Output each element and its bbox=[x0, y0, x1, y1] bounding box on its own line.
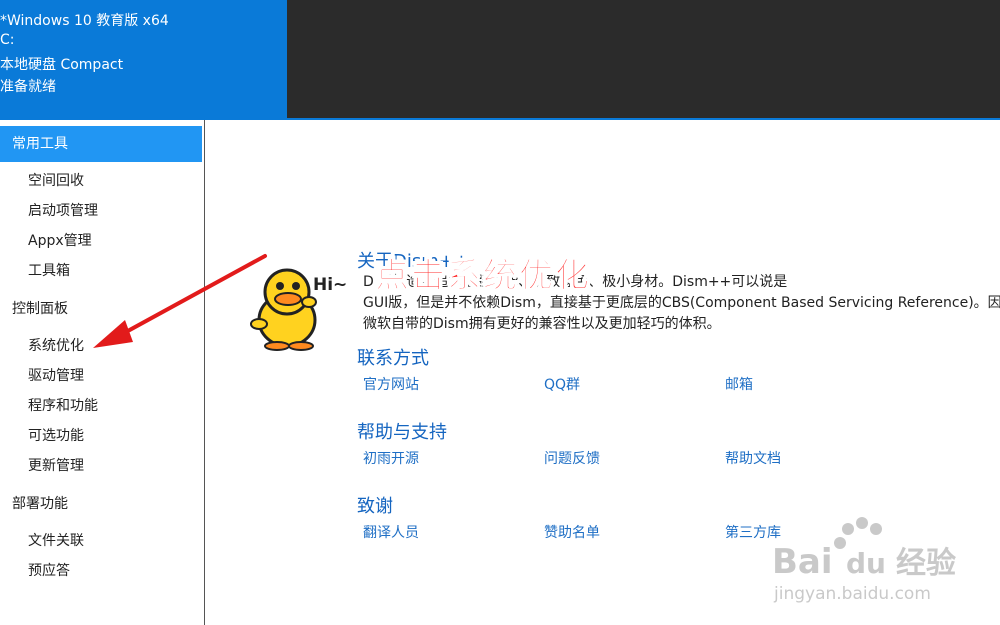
qq-group-link[interactable]: QQ群 bbox=[544, 374, 580, 394]
translators-link[interactable]: 翻译人员 bbox=[363, 522, 419, 542]
feedback-link[interactable]: 问题反馈 bbox=[544, 448, 600, 468]
watermark-brand-text: Bai bbox=[772, 542, 833, 582]
drive-type-label: 本地硬盘 Compact bbox=[0, 57, 124, 73]
help-support-title: 帮助与支持 bbox=[357, 422, 447, 443]
duck-hi-text: Hi~ bbox=[313, 275, 347, 295]
official-site-link[interactable]: 官方网站 bbox=[363, 374, 419, 394]
sidebar-item-startup-manager[interactable]: 启动项管理 bbox=[28, 201, 98, 221]
sidebar-item-toolbox[interactable]: 工具箱 bbox=[28, 261, 70, 281]
help-docs-link[interactable]: 帮助文档 bbox=[725, 448, 781, 468]
thanks-title: 致谢 bbox=[357, 496, 393, 517]
baidu-watermark-icon: Bai du 经验 jingyan.baidu.com bbox=[772, 517, 956, 604]
header-banner bbox=[287, 0, 1000, 120]
status-label: 准备就绪 bbox=[0, 79, 56, 95]
status-header: *Windows 10 教育版 x64 C: 本地硬盘 Compact 准备就绪 bbox=[0, 0, 287, 120]
sidebar-item-driver-manager[interactable]: 驱动管理 bbox=[28, 366, 84, 386]
contact-title: 联系方式 bbox=[357, 348, 429, 369]
about-line-3: 微软自带的Dism拥有更好的兼容性以及更加轻巧的体积。 bbox=[363, 316, 721, 332]
red-arrow-icon bbox=[93, 254, 267, 348]
sidebar-group-deployment[interactable]: 部署功能 bbox=[0, 486, 202, 522]
os-version-label: *Windows 10 教育版 x64 bbox=[0, 13, 169, 29]
sidebar-item-answer-file[interactable]: 预应答 bbox=[28, 561, 70, 581]
sidebar-group-common-tools[interactable]: 常用工具 bbox=[0, 126, 202, 162]
sidebar-item-update-manager[interactable]: 更新管理 bbox=[28, 456, 84, 476]
sidebar-item-appx-manager[interactable]: Appx管理 bbox=[28, 231, 92, 251]
sidebar: 常用工具 空间回收 启动项管理 Appx管理 工具箱 控制面板 系统优化 驱动管… bbox=[0, 120, 205, 625]
sidebar-item-space-reclaim[interactable]: 空间回收 bbox=[28, 171, 84, 191]
annotation-overlay-text: 点击系统优化 bbox=[375, 256, 591, 297]
watermark-brand-cn-text: 经验 bbox=[896, 546, 956, 581]
sidebar-item-optional-features[interactable]: 可选功能 bbox=[28, 426, 84, 446]
sidebar-item-system-optimize[interactable]: 系统优化 bbox=[28, 336, 84, 356]
watermark-url-text: jingyan.baidu.com bbox=[773, 584, 931, 604]
email-link[interactable]: 邮箱 bbox=[725, 374, 753, 394]
sponsors-link[interactable]: 赞助名单 bbox=[544, 522, 600, 542]
sidebar-item-programs-features[interactable]: 程序和功能 bbox=[28, 396, 98, 416]
open-source-link[interactable]: 初雨开源 bbox=[363, 448, 419, 468]
watermark-brand2-text: du bbox=[846, 547, 886, 580]
drive-letter-label: C: bbox=[0, 32, 15, 48]
sidebar-item-file-association[interactable]: 文件关联 bbox=[28, 531, 84, 551]
